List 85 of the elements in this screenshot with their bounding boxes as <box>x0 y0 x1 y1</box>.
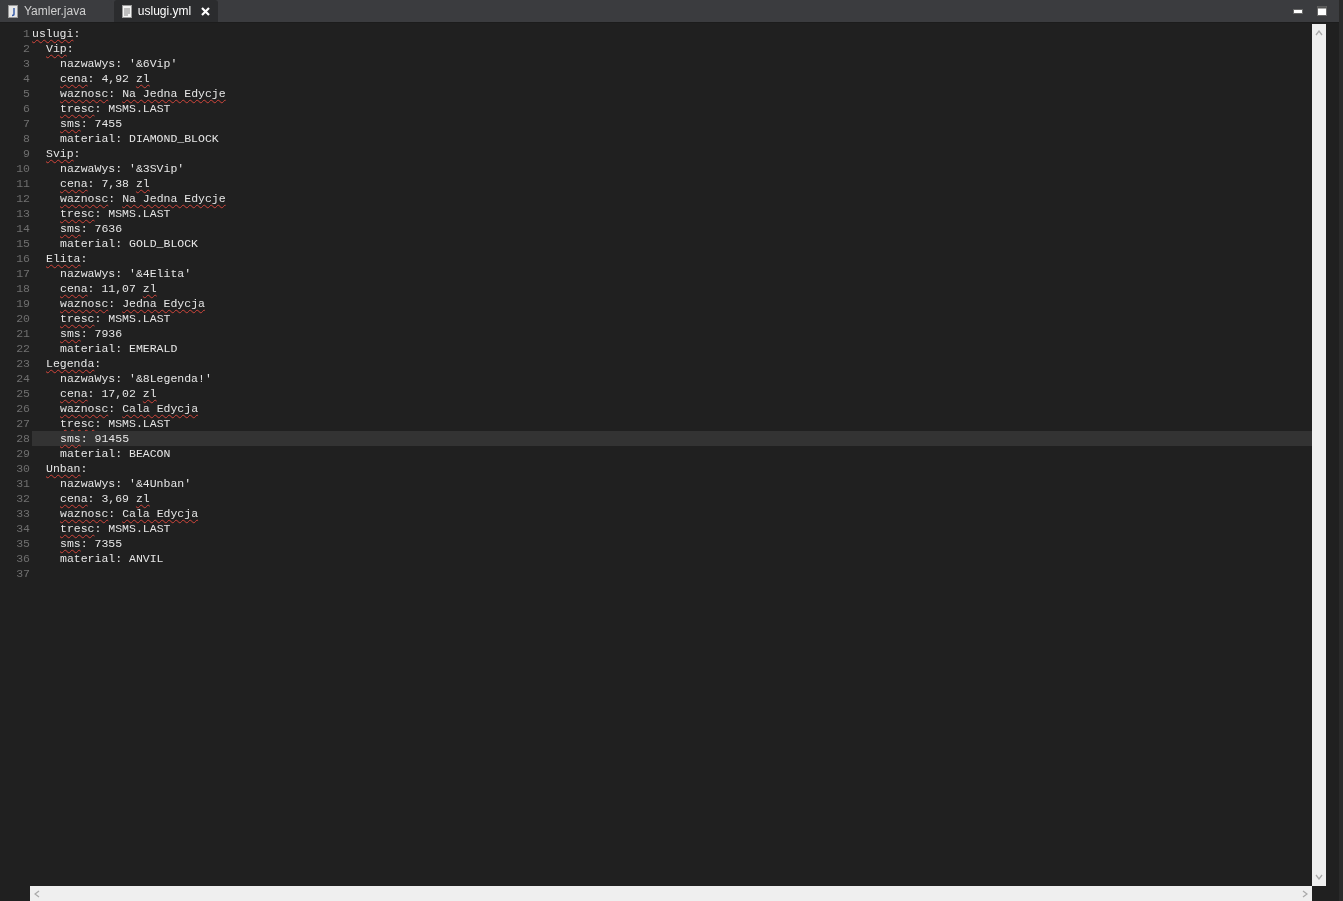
line-number: 23 <box>16 356 31 371</box>
code-line: waznosc: Cala Edycja <box>60 401 199 416</box>
line-number: 2 <box>23 41 31 56</box>
text-file-icon <box>121 4 132 18</box>
line-number: 15 <box>16 236 31 251</box>
code-line: Elita: <box>46 251 88 266</box>
line-number: 13 <box>16 206 31 221</box>
line-number: 19 <box>16 296 31 311</box>
code-line: cena: 3,69 zl <box>60 491 150 506</box>
close-icon[interactable] <box>201 6 211 16</box>
vertical-scrollbar[interactable] <box>1312 24 1326 886</box>
line-number: 6 <box>23 101 31 116</box>
code-line: material: GOLD_BLOCK <box>60 236 199 251</box>
java-file-icon <box>8 4 18 18</box>
scroll-down-icon[interactable] <box>1315 874 1323 880</box>
code-line: cena: 17,02 zl <box>60 386 157 401</box>
code-line: tresc: MSMS.LAST <box>60 101 171 116</box>
code-line: nazwaWys: '&4Elita' <box>60 266 192 281</box>
code-line: material: BEACON <box>60 446 171 461</box>
code-line: sms: 7936 <box>60 326 123 341</box>
line-number: 37 <box>16 566 31 581</box>
code-line: cena: 11,07 zl <box>60 281 157 296</box>
line-number: 21 <box>16 326 31 341</box>
code-line: tresc: MSMS.LAST <box>60 311 171 326</box>
code-line: waznosc: Jedna Edycja <box>60 296 205 311</box>
code-line: Legenda: <box>46 356 102 371</box>
line-number: 9 <box>23 146 31 161</box>
line-number: 33 <box>16 506 31 521</box>
code-line: tresc: MSMS.LAST <box>60 206 171 221</box>
line-number: 18 <box>16 281 31 296</box>
code-line: cena: 4,92 zl <box>60 71 150 86</box>
line-number: 25 <box>16 386 31 401</box>
code-line: waznosc: Na Jedna Edycje <box>60 191 226 206</box>
code-line: sms: 7636 <box>60 221 123 236</box>
scroll-left-icon[interactable] <box>34 889 40 898</box>
line-number: 28 <box>16 431 31 446</box>
line-number: 29 <box>16 446 31 461</box>
line-number: 27 <box>16 416 31 431</box>
code-line: sms: 7455 <box>60 116 123 131</box>
line-number: 4 <box>23 71 31 86</box>
line-number: 16 <box>16 251 31 266</box>
code-line: material: ANVIL <box>60 551 164 566</box>
code-line: sms: 91455 <box>60 431 130 446</box>
code-line: Svip: <box>46 146 81 161</box>
line-number: 8 <box>23 131 31 146</box>
line-number: 32 <box>16 491 31 506</box>
code-line: material: EMERALD <box>60 341 178 356</box>
line-number: 11 <box>16 176 31 191</box>
maximize-icon[interactable] <box>1317 6 1327 16</box>
code-line: waznosc: Na Jedna Edycje <box>60 86 226 101</box>
code-line: sms: 7355 <box>60 536 123 551</box>
line-number: 5 <box>23 86 31 101</box>
line-number: 12 <box>16 191 31 206</box>
line-number: 17 <box>16 266 31 281</box>
code-line: nazwaWys: '&8Legenda!' <box>60 371 212 386</box>
scroll-up-icon[interactable] <box>1315 30 1323 36</box>
code-line: Vip: <box>46 41 74 56</box>
line-number: 14 <box>16 221 31 236</box>
code-line: tresc: MSMS.LAST <box>60 416 171 431</box>
line-number: 36 <box>16 551 31 566</box>
line-number: 34 <box>16 521 31 536</box>
horizontal-scrollbar[interactable] <box>30 886 1312 901</box>
line-number: 35 <box>16 536 31 551</box>
line-number: 10 <box>16 161 31 176</box>
editor-tab[interactable]: uslugi.yml <box>113 0 219 22</box>
line-number: 1 <box>23 26 31 41</box>
line-number: 31 <box>16 476 31 491</box>
code-line: nazwaWys: '&4Unban' <box>60 476 192 491</box>
scroll-right-icon[interactable] <box>1302 889 1308 898</box>
line-number: 24 <box>16 371 31 386</box>
code-line: cena: 7,38 zl <box>60 176 150 191</box>
line-number: 26 <box>16 401 31 416</box>
line-number: 22 <box>16 341 31 356</box>
code-line: uslugi: <box>32 26 81 41</box>
line-number: 7 <box>23 116 31 131</box>
code-line: tresc: MSMS.LAST <box>60 521 171 536</box>
code-line: material: DIAMOND_BLOCK <box>60 131 219 146</box>
line-number: 30 <box>16 461 31 476</box>
line-number: 3 <box>23 56 31 71</box>
code-line: waznosc: Cala Edycja <box>60 506 199 521</box>
code-line: nazwaWys: '&3SVip' <box>60 161 185 176</box>
code-line: nazwaWys: '&6Vip' <box>60 56 178 71</box>
minimize-icon[interactable] <box>1293 8 1303 14</box>
line-number: 20 <box>16 311 31 326</box>
code-line: Unban: <box>46 461 88 476</box>
